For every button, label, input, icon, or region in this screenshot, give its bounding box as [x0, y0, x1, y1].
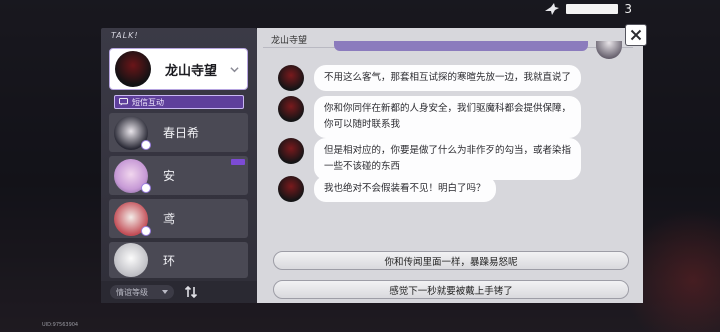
sort-label: 情谊等级	[116, 287, 148, 297]
contact-item[interactable]: 环	[109, 242, 248, 278]
redacted-field	[566, 4, 619, 14]
message-line: 不用这么客气，那套相互试探的寒暄先放一边，我就直说了	[324, 72, 572, 83]
reply-choice-button[interactable]: 你和传闻里面一样，暴躁易怒呢	[273, 251, 629, 270]
chevron-down-icon[interactable]	[230, 65, 239, 74]
message-bubble: 不用这么客气，那套相互试探的寒暄先放一边，我就直说了	[314, 65, 582, 91]
close-button[interactable]	[625, 24, 647, 46]
user-id: UID:97563904	[42, 322, 79, 328]
new-message-badge	[231, 159, 245, 165]
message-line: 一些不该碰的东西	[324, 161, 401, 172]
message-row: 不用这么客气，那套相互试探的寒暄先放一边，我就直说了	[278, 65, 582, 91]
contact-item[interactable]: 安	[109, 156, 248, 195]
affinity-badge	[141, 140, 151, 150]
reply-choice-button[interactable]: 感觉下一秒就要被戴上手铐了	[273, 280, 629, 299]
avatar	[278, 96, 304, 122]
contact-name: 安	[163, 169, 176, 183]
avatar	[278, 65, 304, 91]
top-hud: 3	[544, 2, 632, 16]
contact-list-footer: 情谊等级	[101, 281, 257, 303]
message-line: 你和你同伴在新都的人身安全，我们驱魔科都会提供保障，	[324, 103, 572, 114]
avatar	[115, 51, 151, 87]
message-line: 但是相对应的，你要是做了什么为非作歹的勾当，或者染指	[324, 145, 572, 156]
sort-toggle-icon[interactable]	[184, 285, 198, 299]
tab-label: 短信互动	[132, 97, 164, 107]
panel-title: TALK!	[111, 31, 139, 40]
message-row: 但是相对应的，你要是做了什么为非作歹的勾当，或者染指 一些不该碰的东西	[278, 138, 582, 180]
sort-dropdown[interactable]: 情谊等级	[110, 285, 174, 299]
message-line: 你可以随时联系我	[324, 119, 401, 130]
message-line: 我也绝对不会假装看不见！明白了吗？	[324, 183, 486, 194]
contact-item[interactable]: 鸢	[109, 199, 248, 238]
avatar	[278, 176, 304, 202]
tab-sms-interaction[interactable]: 短信互动	[114, 95, 244, 109]
chat-icon	[119, 98, 128, 106]
currency-count: 3	[624, 2, 632, 16]
contact-name: 春日希	[163, 126, 200, 140]
selected-contact-card[interactable]: 龙山寺望	[109, 48, 248, 90]
contact-item[interactable]: 春日希	[109, 113, 248, 152]
previous-reply-bubble	[334, 41, 588, 51]
affinity-badge	[141, 183, 151, 193]
message-bubble: 我也绝对不会假装看不见！明白了吗？	[314, 176, 496, 202]
selected-contact-name: 龙山寺望	[165, 63, 218, 79]
message-bubble: 你和你同伴在新都的人身安全，我们驱魔科都会提供保障， 你可以随时联系我	[314, 96, 582, 138]
contact-name: 环	[163, 253, 176, 268]
message-bubble: 但是相对应的，你要是做了什么为非作歹的勾当，或者染指 一些不该碰的东西	[314, 138, 582, 180]
message-row: 你和你同伴在新都的人身安全，我们驱魔科都会提供保障， 你可以随时联系我	[278, 96, 582, 138]
caret-down-icon	[162, 290, 168, 294]
background-decoration	[630, 202, 720, 332]
avatar	[114, 243, 148, 277]
avatar	[278, 138, 304, 164]
contact-name: 鸢	[163, 212, 176, 226]
message-row: 我也绝对不会假装看不见！明白了吗？	[278, 176, 496, 202]
close-icon	[630, 29, 642, 41]
crow-icon	[545, 3, 560, 15]
chat-title: 龙山寺望	[271, 36, 308, 46]
affinity-badge	[141, 226, 151, 236]
